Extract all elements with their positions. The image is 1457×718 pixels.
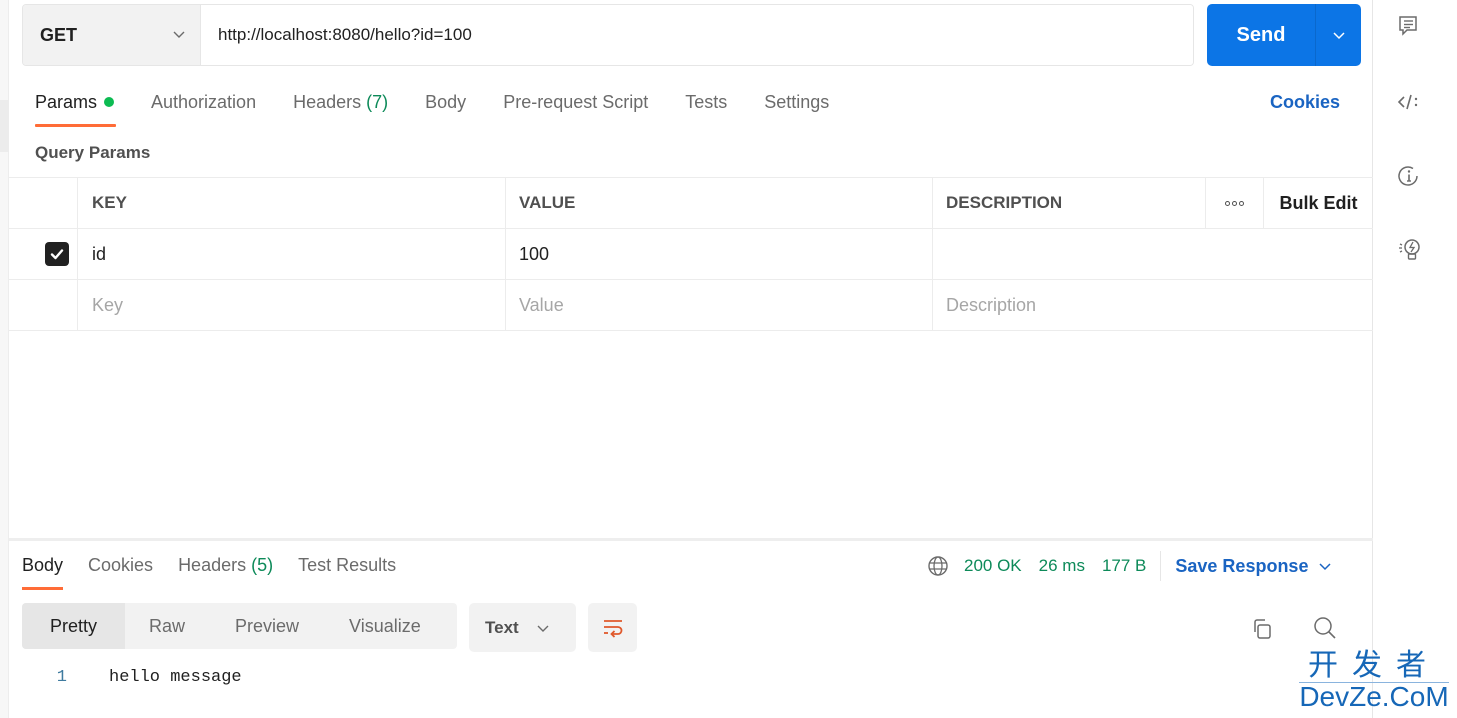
tab-label: Tests [685,92,728,112]
new-description-input[interactable]: Description [933,280,1373,330]
tab-label: Authorization [151,92,257,112]
search-icon[interactable] [1312,615,1338,646]
column-header-key: KEY [78,178,506,228]
param-value-input[interactable]: 100 [506,229,933,279]
send-options-button[interactable] [1315,4,1361,66]
header-check-cell [9,178,78,228]
response-tab-test-results[interactable]: Test Results [298,552,396,590]
column-header-description: DESCRIPTION [933,178,1206,228]
response-headers-count: (5) [251,555,274,575]
view-pretty[interactable]: Pretty [22,603,125,649]
new-value-input[interactable]: Value [506,280,933,330]
request-tabs: Params Authorization Headers (7) Body Pr… [35,88,866,128]
view-mode-selector: Pretty Raw Preview Visualize [22,603,457,649]
headers-count: (7) [366,92,389,112]
tab-label: Headers [178,555,247,575]
send-button-group: Send [1207,4,1361,66]
bulb-icon[interactable] [1397,236,1423,269]
right-sidebar [1373,0,1457,718]
row-check-cell [9,280,78,330]
method-select[interactable]: GET [23,5,201,65]
response-tab-body[interactable]: Body [22,552,64,590]
table-row: id 100 [9,229,1373,280]
response-time[interactable]: 26 ms [1039,556,1085,576]
tab-headers[interactable]: Headers (7) [293,88,388,128]
format-select[interactable]: Text [469,603,576,652]
param-key-input[interactable]: id [78,229,506,279]
send-button[interactable]: Send [1207,4,1315,66]
pane-resize-handle[interactable] [9,538,1373,541]
view-preview[interactable]: Preview [210,603,324,649]
more-options-icon [1225,200,1244,206]
column-options-button[interactable] [1206,178,1264,228]
tab-settings[interactable]: Settings [764,88,829,128]
left-gutter-highlight [0,100,9,152]
wrap-lines-icon [603,619,622,638]
check-icon [50,249,64,260]
globe-icon[interactable] [927,555,949,577]
documentation-icon[interactable] [1397,14,1419,43]
bulk-edit-button[interactable]: Bulk Edit [1264,178,1373,228]
status-code[interactable]: 200 OK [964,556,1022,576]
param-description-input[interactable] [933,229,1373,279]
tab-label: Settings [764,92,830,112]
divider [1160,551,1162,581]
tab-label: Body [425,92,467,112]
view-visualize[interactable]: Visualize [324,603,446,649]
left-gutter [0,0,9,718]
tab-body[interactable]: Body [425,88,466,128]
response-size[interactable]: 177 B [1102,556,1146,576]
watermark-cn: 开发者 [1308,648,1440,683]
column-header-value: VALUE [506,178,933,228]
response-tab-headers[interactable]: Headers (5) [178,552,273,590]
save-response-label: Save Response [1175,555,1309,576]
chevron-down-icon [1332,32,1345,40]
table-header-row: KEY VALUE DESCRIPTION Bulk Edit [9,178,1373,229]
table-row-empty: Key Value Description [9,280,1373,331]
row-check-cell [9,229,78,279]
chevron-down-icon [537,625,549,632]
method-label: GET [40,24,78,45]
response-tabs: Body Cookies Headers (5) Test Results [22,552,421,592]
tab-authorization[interactable]: Authorization [151,88,256,128]
new-key-input[interactable]: Key [78,280,506,330]
wrap-lines-button[interactable] [588,603,637,652]
query-params-title: Query Params [35,143,151,162]
tab-params[interactable]: Params [35,88,117,128]
response-body: 1 hello message [22,668,242,687]
line-text: hello message [109,668,242,687]
watermark: 开发者 DevZe.CoM [1299,651,1449,711]
url-bar: GET [22,4,1194,66]
response-meta: 200 OK 26 ms 177 B Save Response [927,551,1332,581]
code-icon[interactable] [1397,92,1421,117]
response-tab-cookies[interactable]: Cookies [88,552,153,590]
copy-icon[interactable] [1250,617,1274,646]
tab-label: Pre-request Script [503,92,649,112]
params-active-dot [104,97,115,107]
tab-pre-request-script[interactable]: Pre-request Script [503,88,648,128]
info-icon[interactable] [1397,164,1421,193]
format-label: Text [485,617,519,637]
request-panel: GET Send Params Authorization Headers (7… [9,0,1373,718]
query-params-table: KEY VALUE DESCRIPTION Bulk Edit id 100 K… [9,177,1373,331]
param-enabled-checkbox[interactable] [45,242,69,266]
line-number: 1 [56,668,67,687]
save-response-button[interactable]: Save Response [1175,556,1332,577]
chevron-down-icon [172,27,186,46]
tab-tests[interactable]: Tests [685,88,727,128]
tab-label: Params [35,92,98,112]
url-input[interactable] [201,5,1193,65]
tab-label: Headers [293,92,362,112]
chevron-down-icon [1319,563,1331,571]
view-raw[interactable]: Raw [125,603,210,649]
watermark-en: DevZe.CoM [1299,681,1449,712]
cookies-link[interactable]: Cookies [1270,92,1340,113]
